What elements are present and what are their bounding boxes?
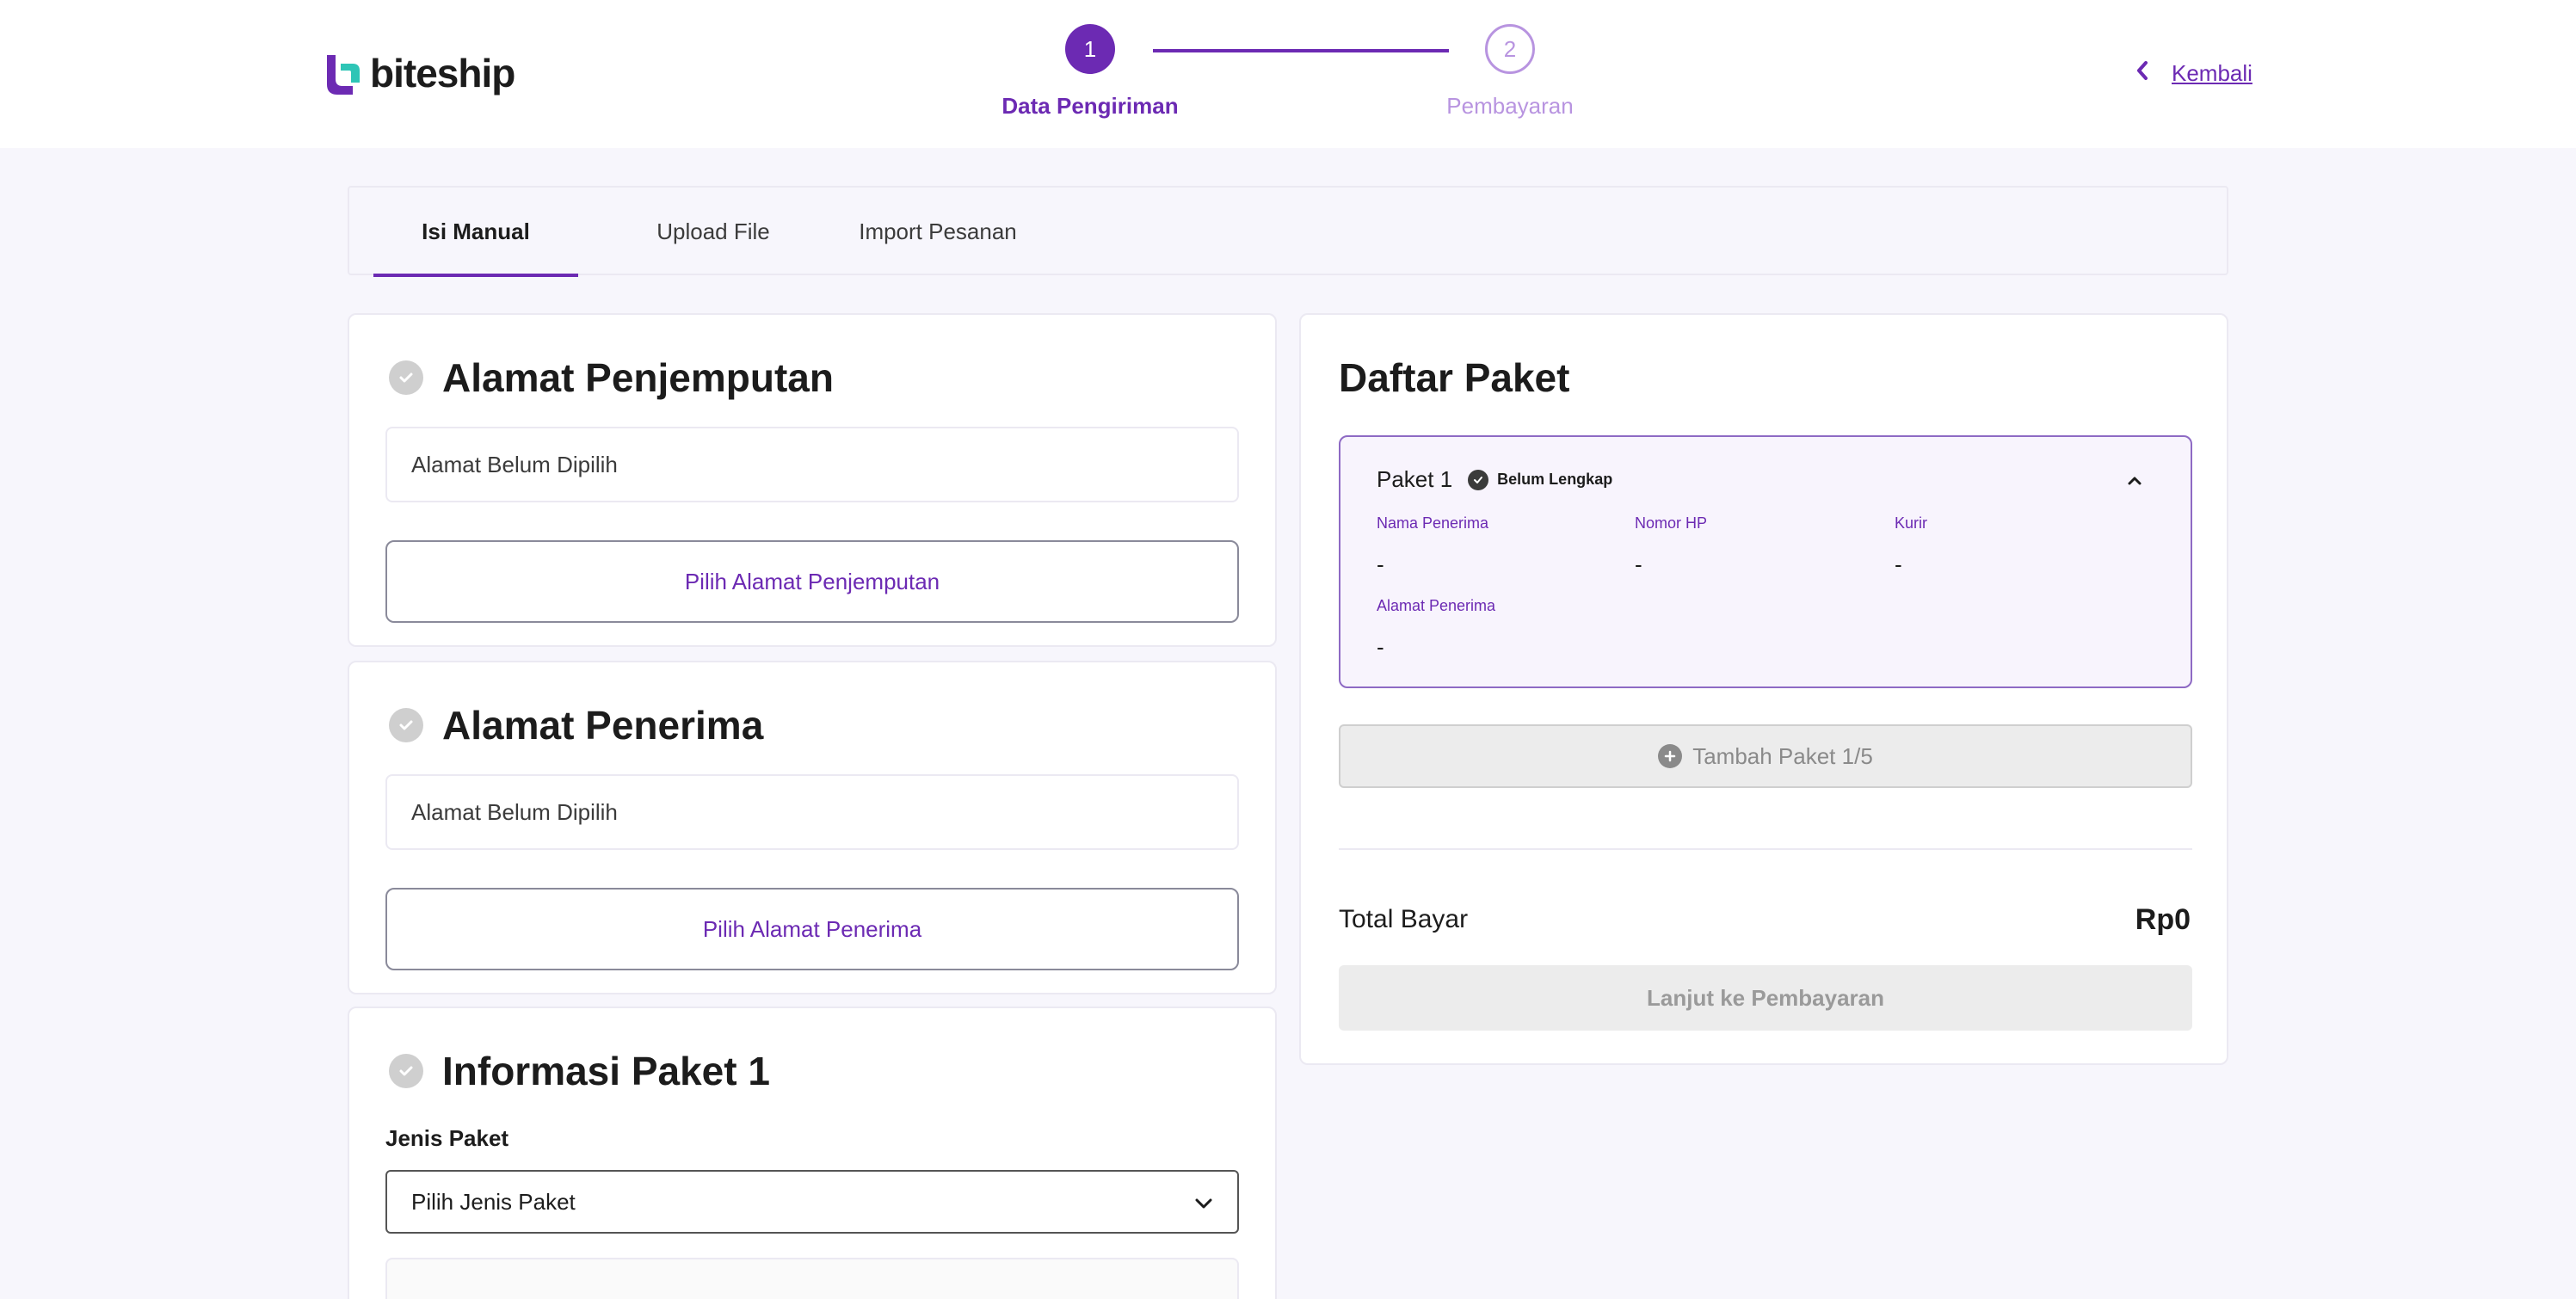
recipient-name-value: - <box>1377 551 1384 577</box>
step-number: 2 <box>1485 24 1535 74</box>
add-package-button[interactable]: Tambah Paket 1/5 <box>1339 724 2192 788</box>
package-info-section-title: Informasi Paket 1 <box>389 1048 770 1094</box>
pickup-address-card: Alamat Penjemputan Alamat Belum Dipilih … <box>348 313 1277 647</box>
package-type-placeholder: Pilih Jenis Paket <box>411 1188 576 1215</box>
top-header: biteship 1 Data Pengiriman 2 Pembayaran … <box>0 0 2576 148</box>
divider <box>1339 848 2192 850</box>
plus-circle-icon <box>1658 744 1683 768</box>
total-pay-label: Total Bayar <box>1339 905 1469 933</box>
package-status: Belum Lengkap <box>1468 469 1613 490</box>
check-circle-icon <box>1468 469 1489 490</box>
package-info-card: Informasi Paket 1 Jenis Paket Pilih Jeni… <box>348 1007 1277 1299</box>
check-circle-icon <box>389 1054 423 1088</box>
package-type-label: Jenis Paket <box>385 1125 509 1151</box>
back-link[interactable]: Kembali <box>2135 60 2252 87</box>
package-detail-box <box>385 1258 1239 1299</box>
recipient-name-label: Nama Penerima <box>1377 514 1489 532</box>
continue-to-payment-button[interactable]: Lanjut ke Pembayaran <box>1339 965 2192 1031</box>
package-list-panel: Daftar Paket Paket 1 Belum Lengkap Nama … <box>1299 313 2228 1065</box>
phone-number-value: - <box>1635 551 1642 577</box>
step-pembayaran: 2 Pembayaran <box>1427 24 1593 120</box>
step-data-pengiriman: 1 Data Pengiriman <box>979 24 1201 120</box>
courier-value: - <box>1895 551 1902 577</box>
package-type-select[interactable]: Pilih Jenis Paket <box>385 1170 1239 1234</box>
receiver-address-card: Alamat Penerima Alamat Belum Dipilih Pil… <box>348 661 1277 994</box>
phone-number-label: Nomor HP <box>1635 514 1708 532</box>
chevron-left-icon <box>2135 60 2149 87</box>
package-info-title: Informasi Paket 1 <box>442 1049 770 1093</box>
package-status-text: Belum Lengkap <box>1497 471 1613 488</box>
phone-number-field: Nomor HP - <box>1635 514 1707 578</box>
package-name: Paket 1 <box>1377 466 1453 492</box>
total-pay-value: Rp0 <box>2135 903 2191 936</box>
courier-field: Kurir - <box>1895 514 1927 578</box>
choose-receiver-address-button[interactable]: Pilih Alamat Penerima <box>385 888 1239 970</box>
recipient-address-label: Alamat Penerima <box>1377 597 1496 614</box>
receiver-address-display: Alamat Belum Dipilih <box>385 774 1239 850</box>
package-list-title: Daftar Paket <box>1339 355 1570 400</box>
tab-import-pesanan[interactable]: Import Pesanan <box>828 188 1048 275</box>
receiver-title: Alamat Penerima <box>442 703 764 748</box>
package-summary-card[interactable]: Paket 1 Belum Lengkap Nama Penerima - No… <box>1339 435 2192 688</box>
biteship-logo-icon <box>324 52 363 95</box>
recipient-address-field: Alamat Penerima - <box>1377 597 1495 661</box>
brand-name: biteship <box>370 51 515 95</box>
biteship-logo[interactable]: biteship <box>324 50 515 96</box>
recipient-name-field: Nama Penerima - <box>1377 514 1488 578</box>
pickup-title: Alamat Penjemputan <box>442 355 834 400</box>
step-number: 1 <box>1065 24 1115 74</box>
package-summary-header: Paket 1 Belum Lengkap <box>1377 466 1612 493</box>
back-link-label[interactable]: Kembali <box>2172 60 2252 87</box>
choose-pickup-address-button[interactable]: Pilih Alamat Penjemputan <box>385 540 1239 623</box>
step-label: Data Pengiriman <box>1001 93 1179 119</box>
pickup-address-display: Alamat Belum Dipilih <box>385 427 1239 502</box>
input-method-tabs: Isi Manual Upload File Import Pesanan <box>348 186 2228 277</box>
check-circle-icon <box>389 708 423 742</box>
chevron-up-icon[interactable] <box>2127 475 2142 490</box>
courier-label: Kurir <box>1895 514 1928 532</box>
receiver-section-title: Alamat Penerima <box>389 702 763 748</box>
check-circle-icon <box>389 360 423 395</box>
add-package-label: Tambah Paket 1/5 <box>1692 742 1873 769</box>
chevron-down-icon <box>1194 1189 1213 1216</box>
step-label: Pembayaran <box>1446 93 1574 119</box>
tab-isi-manual[interactable]: Isi Manual <box>373 188 578 277</box>
recipient-address-value: - <box>1377 634 1384 660</box>
pickup-section-title: Alamat Penjemputan <box>389 354 834 401</box>
tab-upload-file[interactable]: Upload File <box>630 188 797 275</box>
